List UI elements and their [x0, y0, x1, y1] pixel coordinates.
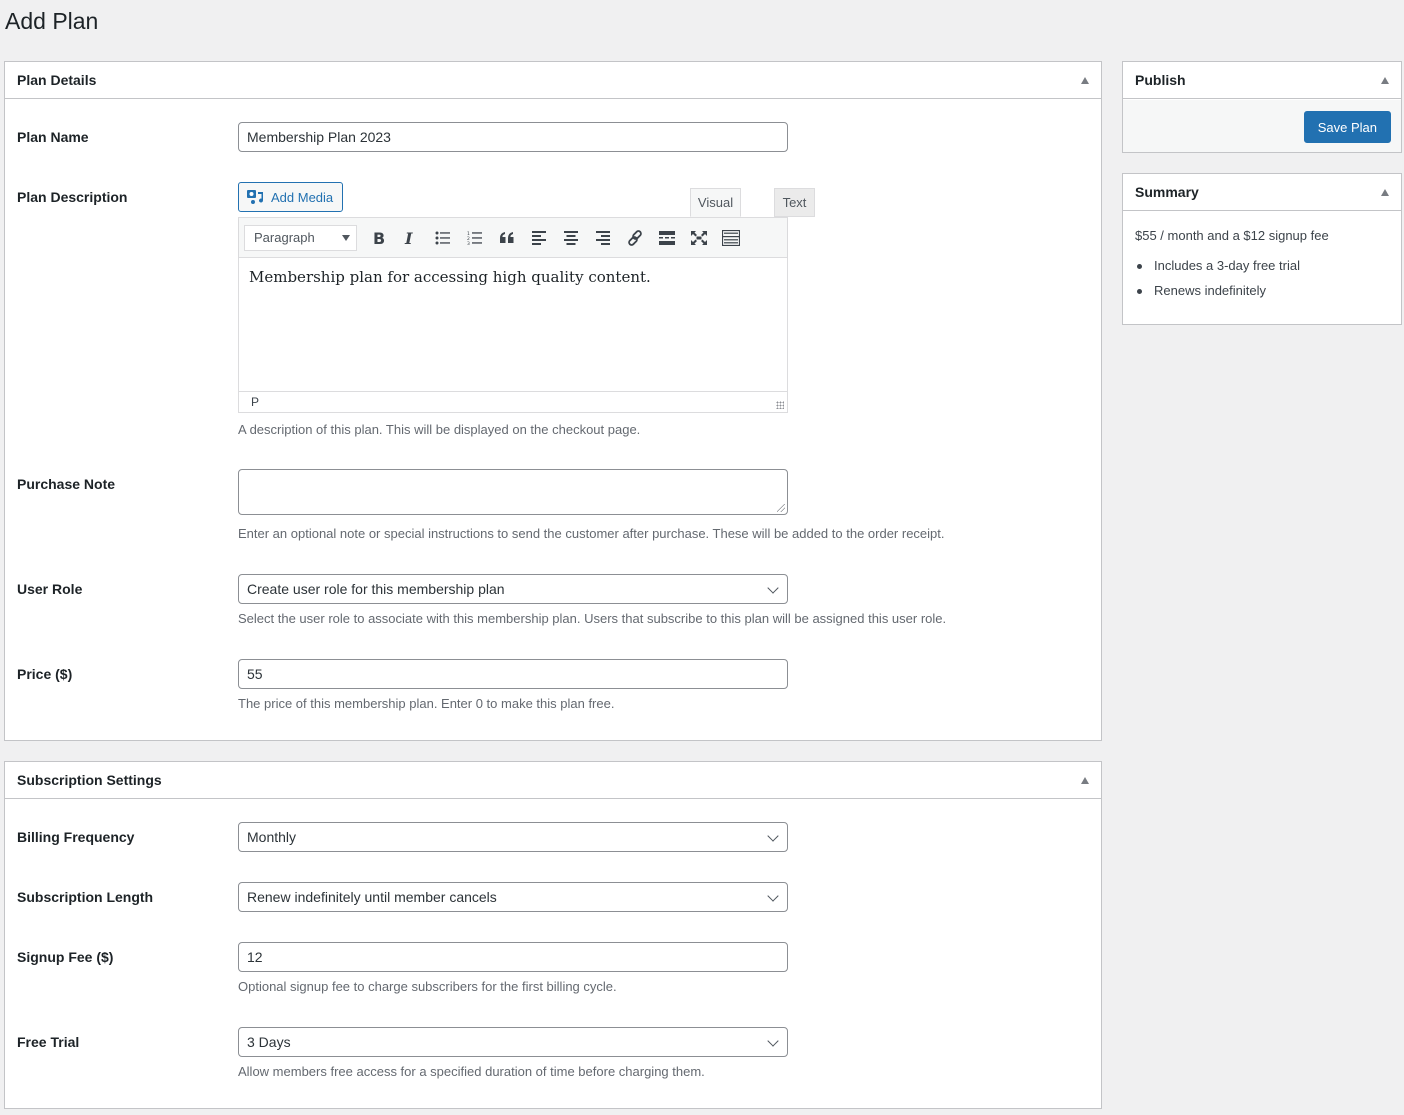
- align-center-icon: [564, 230, 578, 245]
- summary-title: Summary: [1135, 184, 1199, 200]
- toolbar-toggle-icon: [722, 229, 740, 246]
- plan-description-help: A description of this plan. This will be…: [238, 422, 641, 437]
- publish-actions: Save Plan: [1123, 100, 1401, 152]
- publish-header[interactable]: Publish: [1123, 62, 1401, 99]
- save-plan-button[interactable]: Save Plan: [1303, 111, 1391, 143]
- add-media-button[interactable]: Add Media: [238, 182, 343, 212]
- chevron-down-icon: [767, 582, 779, 594]
- subscription-length-select[interactable]: Renew indefinitely until member cancels: [238, 882, 788, 912]
- plan-details-title: Plan Details: [17, 72, 97, 88]
- fullscreen-icon: [691, 230, 707, 245]
- svg-text:I: I: [404, 230, 413, 246]
- read-more-button[interactable]: [651, 224, 683, 252]
- page-title: Add Plan: [5, 8, 99, 34]
- user-role-select[interactable]: Create user role for this membership pla…: [238, 574, 788, 604]
- summary-box: Summary $55 / month and a $12 signup fee…: [1122, 173, 1402, 325]
- billing-frequency-label: Billing Frequency: [17, 829, 135, 845]
- bullet-list-button[interactable]: [427, 224, 459, 252]
- element-path[interactable]: P: [251, 395, 259, 409]
- numbered-list-button[interactable]: 1 2 3: [459, 224, 491, 252]
- editor-content[interactable]: Membership plan for accessing high quali…: [239, 258, 787, 391]
- align-right-button[interactable]: [587, 224, 619, 252]
- summary-header[interactable]: Summary: [1123, 174, 1401, 211]
- chevron-down-icon: [767, 1035, 779, 1047]
- signup-fee-input[interactable]: 12: [238, 942, 788, 972]
- free-trial-value: 3 Days: [247, 1034, 291, 1050]
- blockquote-icon: [500, 231, 514, 243]
- free-trial-select[interactable]: 3 Days: [238, 1027, 788, 1057]
- blockquote-button[interactable]: [491, 224, 523, 252]
- subscription-length-label: Subscription Length: [17, 889, 154, 905]
- collapse-arrow-icon[interactable]: [1381, 76, 1389, 84]
- collapse-arrow-icon[interactable]: [1081, 776, 1089, 784]
- publish-title: Publish: [1135, 72, 1186, 88]
- italic-button[interactable]: I: [395, 224, 427, 252]
- user-role-label: User Role: [17, 581, 83, 597]
- plan-description-label: Plan Description: [17, 189, 128, 205]
- signup-fee-label: Signup Fee ($): [17, 949, 114, 965]
- summary-list: Includes a 3-day free trial Renews indef…: [1135, 258, 1300, 308]
- subscription-settings-title: Subscription Settings: [17, 772, 162, 788]
- purchase-note-help: Enter an optional note or special instru…: [238, 526, 945, 541]
- publish-box: Publish Save Plan: [1122, 61, 1402, 153]
- bold-button[interactable]: B: [363, 224, 395, 252]
- numbered-list-icon: 1 2 3: [467, 231, 482, 245]
- media-icon: [247, 190, 264, 204]
- bullet-list-icon: [435, 231, 450, 244]
- price-help: The price of this membership plan. Enter…: [238, 696, 615, 711]
- svg-text:B: B: [373, 230, 385, 246]
- user-role-value: Create user role for this membership pla…: [247, 581, 505, 597]
- format-select[interactable]: Paragraph: [244, 224, 357, 251]
- summary-item: Includes a 3-day free trial: [1135, 258, 1300, 283]
- chevron-down-icon: [767, 830, 779, 842]
- collapse-arrow-icon[interactable]: [1081, 76, 1089, 84]
- signup-fee-help: Optional signup fee to charge subscriber…: [238, 979, 617, 994]
- resize-handle-icon[interactable]: [777, 504, 785, 512]
- free-trial-label: Free Trial: [17, 1034, 80, 1050]
- summary-body: $55 / month and a $12 signup fee Include…: [1123, 212, 1401, 324]
- billing-frequency-value: Monthly: [247, 829, 297, 845]
- chevron-down-icon: [767, 890, 779, 902]
- plan-name-label: Plan Name: [17, 129, 89, 145]
- summary-text: $55 / month and a $12 signup fee: [1135, 228, 1329, 243]
- plan-details-box: Plan Details Plan Name Membership Plan 2…: [4, 61, 1102, 741]
- resize-grip-icon[interactable]: [776, 401, 784, 409]
- subscription-settings-header[interactable]: Subscription Settings: [5, 762, 1101, 799]
- tab-visual[interactable]: Visual: [690, 188, 741, 217]
- collapse-arrow-icon[interactable]: [1381, 188, 1389, 196]
- billing-frequency-select[interactable]: Monthly: [238, 822, 788, 852]
- link-icon: [628, 229, 642, 246]
- align-center-button[interactable]: [555, 224, 587, 252]
- format-select-value: Paragraph: [254, 230, 315, 245]
- fullscreen-button[interactable]: [683, 224, 715, 252]
- price-label: Price ($): [17, 666, 73, 682]
- add-media-label: Add Media: [271, 189, 334, 205]
- plan-name-input[interactable]: Membership Plan 2023: [238, 122, 788, 152]
- tab-text[interactable]: Text: [774, 188, 815, 217]
- dropdown-arrow-icon: [342, 234, 350, 241]
- editor-toolbar: Paragraph B I 1 2 3: [239, 218, 787, 258]
- subscription-settings-box: Subscription Settings Billing Frequency …: [4, 761, 1102, 1109]
- price-input[interactable]: 55: [238, 659, 788, 689]
- purchase-note-label: Purchase Note: [17, 476, 116, 492]
- read-more-icon: [659, 230, 675, 245]
- description-editor: Paragraph B I 1 2 3 Membership plan for …: [238, 217, 788, 413]
- italic-icon: I: [404, 230, 413, 246]
- editor-statusbar: P: [239, 391, 787, 412]
- bold-icon: B: [373, 230, 385, 246]
- purchase-note-textarea[interactable]: [238, 469, 788, 515]
- align-right-icon: [596, 230, 610, 245]
- subscription-length-value: Renew indefinitely until member cancels: [247, 889, 497, 905]
- toolbar-toggle-button[interactable]: [715, 224, 747, 252]
- user-role-help: Select the user role to associate with t…: [238, 611, 947, 626]
- align-left-button[interactable]: [523, 224, 555, 252]
- plan-details-header[interactable]: Plan Details: [5, 62, 1101, 99]
- free-trial-help: Allow members free access for a specifie…: [238, 1064, 705, 1079]
- link-button[interactable]: [619, 224, 651, 252]
- summary-item: Renews indefinitely: [1135, 283, 1300, 308]
- svg-text:3: 3: [467, 241, 470, 245]
- align-left-icon: [532, 230, 546, 245]
